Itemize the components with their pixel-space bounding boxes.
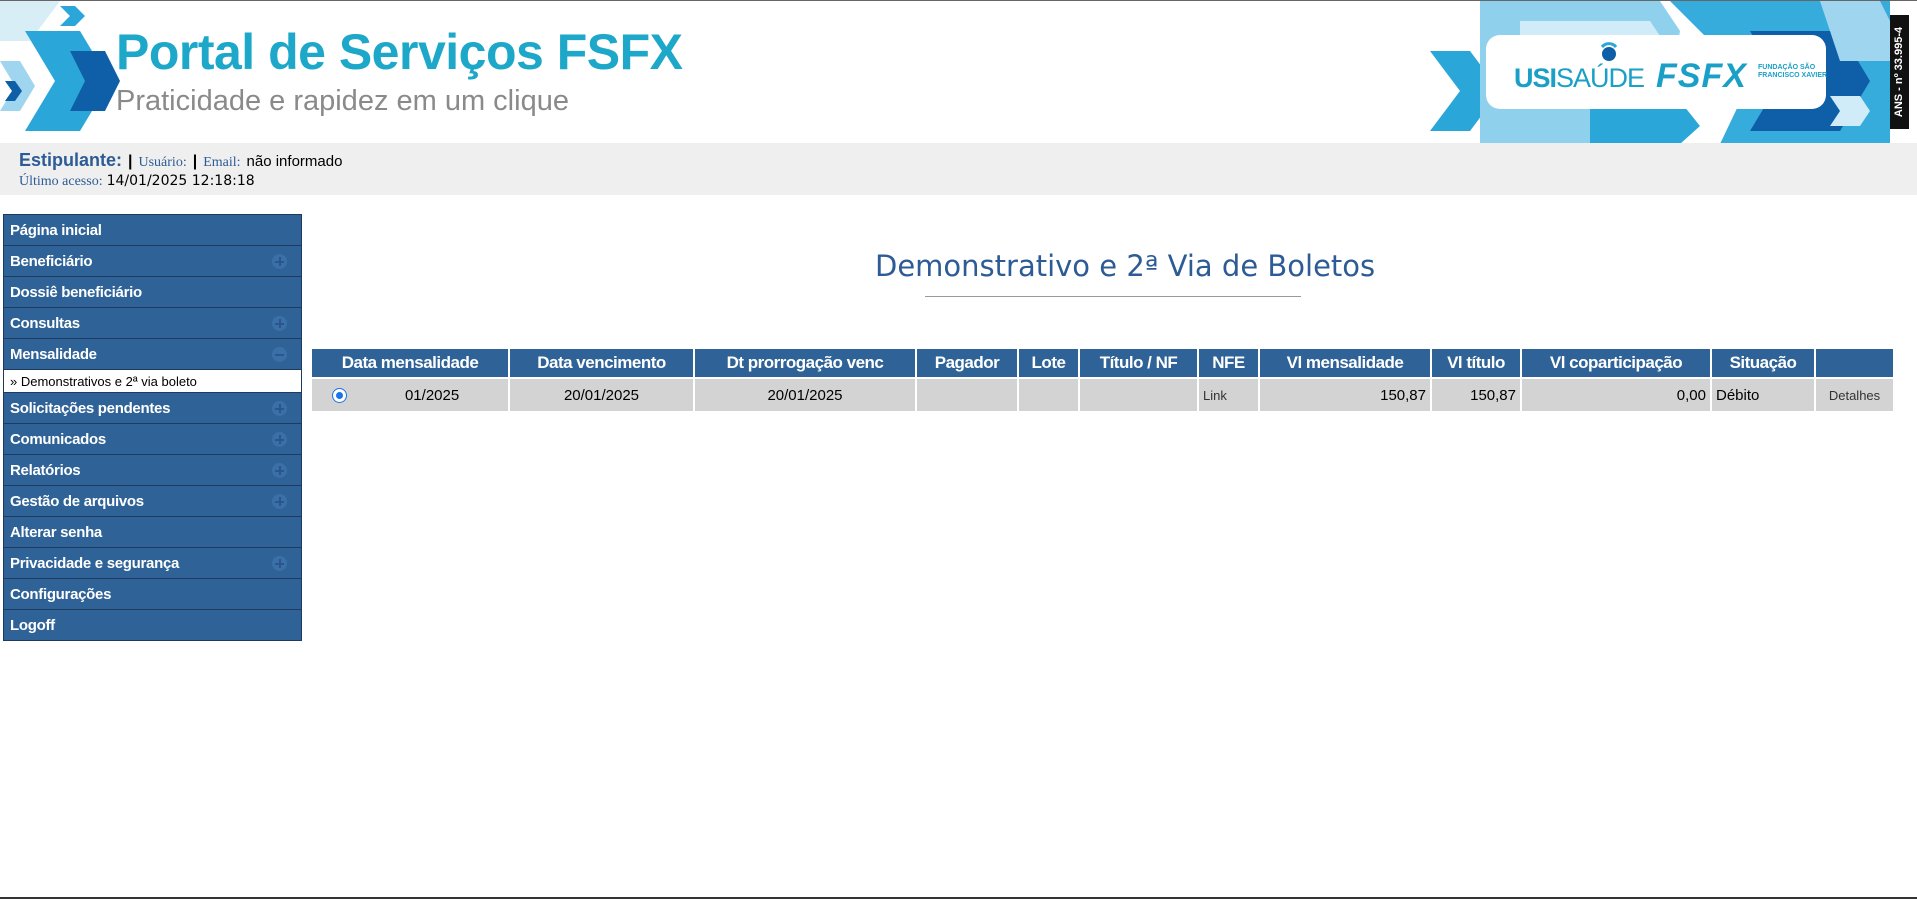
title-divider (925, 296, 1301, 297)
expand-icon[interactable] (272, 316, 287, 331)
cell-vl-mensalidade: 150,87 (1260, 377, 1430, 411)
cell-data-vencimento: 20/01/2025 (510, 377, 693, 411)
sidebar-item-label: Página inicial (10, 221, 102, 239)
collapse-icon[interactable] (272, 347, 287, 362)
sidebar-item-privacidade-seguranca[interactable]: Privacidade e segurança (4, 548, 301, 579)
col-header-lote: Lote (1019, 349, 1078, 377)
expand-icon[interactable] (272, 556, 287, 571)
sidebar-item-consultas[interactable]: Consultas (4, 308, 301, 339)
user-info-bar: Estipulante: | Usuário: | Email: não inf… (0, 143, 1917, 195)
data-mensalidade-value: 01/2025 (404, 386, 460, 404)
email-label: Email: (203, 155, 241, 170)
last-access-value: 14/01/2025 12:18:18 (106, 173, 255, 189)
boletos-table: Data mensalidade Data vencimento Dt pror… (310, 349, 1895, 411)
separator: | (128, 153, 133, 170)
decorative-chevrons-left (0, 1, 120, 131)
usuario-label: Usuário: (138, 155, 187, 170)
expand-icon[interactable] (272, 494, 287, 509)
sidebar-item-pagina-inicial[interactable]: Página inicial (4, 215, 301, 246)
cell-data-mensalidade: 01/2025 (312, 377, 508, 411)
sidebar-item-dossie-beneficiario[interactable]: Dossiê beneficiário (4, 277, 301, 308)
col-header-data-mensalidade: Data mensalidade (312, 349, 508, 377)
estipulante-label: Estipulante: (19, 150, 123, 170)
col-header-data-vencimento: Data vencimento (510, 349, 693, 377)
ans-registration-tag: ANS - nº 33.995-4 (1890, 15, 1909, 129)
col-header-nfe: NFE (1199, 349, 1258, 377)
usisaude-logo: USISAÚDE (1514, 63, 1645, 93)
col-header-dt-prorrogacao: Dt prorrogação venc (695, 349, 915, 377)
user-info-row: Estipulante: | Usuário: | Email: não inf… (19, 150, 342, 171)
sidebar-item-label: Alterar senha (10, 523, 102, 541)
col-header-vl-mensalidade: Vl mensalidade (1260, 349, 1430, 377)
sidebar-item-relatorios[interactable]: Relatórios (4, 455, 301, 486)
cell-dt-prorrogacao: 20/01/2025 (695, 377, 915, 411)
cell-pagador (917, 377, 1017, 411)
row-select-radio[interactable] (331, 388, 347, 404)
col-header-situacao: Situação (1712, 349, 1814, 377)
last-access-label: Último acesso: (19, 174, 103, 189)
sidebar-item-label: Mensalidade (10, 345, 97, 363)
sidebar-item-label: Configurações (10, 585, 112, 603)
sidebar-item-label: Solicitações pendentes (10, 399, 171, 417)
sidebar-item-label: Comunicados (10, 430, 106, 448)
page-title: Demonstrativo e 2ª Via de Boletos (875, 249, 1376, 283)
portal-subtitle: Praticidade e rapidez em um clique (116, 85, 569, 117)
sidebar-item-comunicados[interactable]: Comunicados (4, 424, 301, 455)
col-header-pagador: Pagador (917, 349, 1017, 377)
cell-titulo-nf (1080, 377, 1197, 411)
detalhes-button[interactable]: Detalhes (1816, 377, 1893, 411)
cell-lote (1019, 377, 1078, 411)
cell-vl-titulo: 150,87 (1432, 377, 1520, 411)
usisaude-logo-mark (1600, 42, 1618, 61)
sidebar-item-configuracoes[interactable]: Configurações (4, 579, 301, 610)
expand-icon[interactable] (272, 432, 287, 447)
separator: | (192, 153, 198, 170)
fsfx-logo: FSFX (1656, 57, 1747, 95)
cell-vl-coparticipacao: 0,00 (1522, 377, 1710, 411)
table-row: 01/2025 20/01/2025 20/01/2025 Link 150,8… (312, 377, 1893, 411)
expand-icon[interactable] (272, 401, 287, 416)
nfe-link[interactable]: Link (1199, 377, 1258, 411)
fsfx-logo-subtitle: FUNDAÇÃO SÃO FRANCISCO XAVIER (1758, 64, 1828, 79)
sidebar-item-beneficiario[interactable]: Beneficiário (4, 246, 301, 277)
col-header-vl-coparticipacao: Vl coparticipação (1522, 349, 1710, 377)
sidebar-item-label: Relatórios (10, 461, 81, 479)
col-header-vl-titulo: Vl título (1432, 349, 1520, 377)
col-header-acoes (1816, 349, 1893, 377)
sidebar-item-label: Dossiê beneficiário (10, 283, 142, 301)
last-access-row: Último acesso: 14/01/2025 12:18:18 (19, 173, 255, 190)
expand-icon[interactable] (272, 463, 287, 478)
table-header-row: Data mensalidade Data vencimento Dt pror… (312, 349, 1893, 377)
sidebar-item-label: Consultas (10, 314, 80, 332)
sidebar-item-solicitacoes-pendentes[interactable]: Solicitações pendentes (4, 393, 301, 424)
portal-title: Portal de Serviços FSFX (116, 24, 683, 80)
submenu-demonstrativos-boleto[interactable]: » Demonstrativos e 2ª via boleto (4, 370, 301, 393)
sidebar-item-alterar-senha[interactable]: Alterar senha (4, 517, 301, 548)
header-banner: Portal de Serviços FSFX Praticidade e ra… (0, 0, 1917, 143)
sidebar-item-gestao-arquivos[interactable]: Gestão de arquivos (4, 486, 301, 517)
sidebar-item-mensalidade[interactable]: Mensalidade (4, 339, 301, 370)
sidebar-item-logoff[interactable]: Logoff (4, 610, 301, 640)
sidebar-item-label: Privacidade e segurança (10, 554, 180, 572)
sidebar-item-label: Gestão de arquivos (10, 492, 144, 510)
email-value: não informado (246, 153, 343, 170)
expand-icon[interactable] (272, 254, 287, 269)
col-header-titulo-nf: Título / NF (1080, 349, 1197, 377)
sidebar-item-label: Beneficiário (10, 252, 93, 270)
sidebar-menu: Página inicial Beneficiário Dossiê benef… (3, 214, 302, 641)
sidebar-item-label: Logoff (10, 616, 55, 634)
cell-situacao: Débito (1712, 377, 1814, 411)
